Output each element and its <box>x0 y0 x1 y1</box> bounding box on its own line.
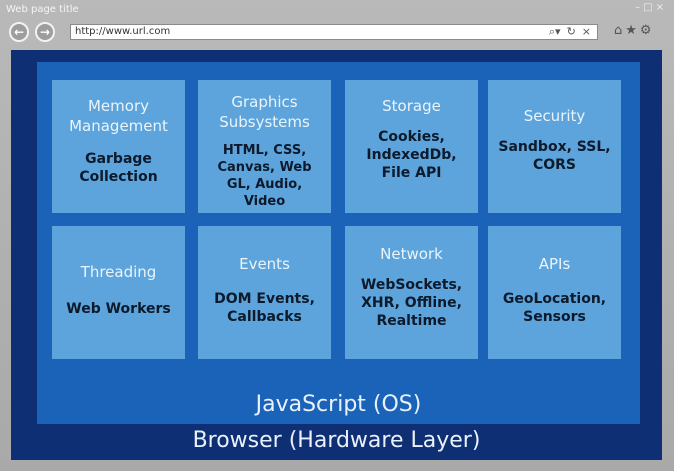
tile-body: GeoLocation, Sensors <box>502 291 607 325</box>
tile-graphics-subsystems: Graphics Subsystems HTML, CSS, Canvas, W… <box>198 80 331 213</box>
close-button[interactable]: × <box>656 2 664 14</box>
minimize-button[interactable]: – <box>635 2 640 14</box>
back-button[interactable]: ← <box>9 22 29 42</box>
stop-icon[interactable]: × <box>582 25 591 39</box>
address-url[interactable]: http://www.url.com <box>71 25 549 39</box>
arrow-left-icon: ← <box>13 25 25 39</box>
arrow-right-icon: → <box>39 25 51 39</box>
tile-title: Memory Management <box>69 97 168 135</box>
tile-title: Storage <box>382 97 441 115</box>
tile-security: Security Sandbox, SSL, CORS <box>488 80 621 213</box>
home-icon[interactable]: ⌂ <box>614 23 622 38</box>
search-icon[interactable]: ⌕▾ <box>549 25 561 39</box>
forward-button[interactable]: → <box>35 22 55 42</box>
tile-body: Sandbox, SSL, CORS <box>498 139 611 173</box>
os-layer-label: JavaScript (OS) <box>255 392 422 417</box>
tile-memory-management: Memory Management Garbage Collection <box>52 80 185 213</box>
tile-events: Events DOM Events, Callbacks <box>198 226 331 359</box>
tile-body: Web Workers <box>66 301 171 317</box>
tile-storage: Storage Cookies, IndexedDb, File API <box>345 80 478 213</box>
tile-body: HTML, CSS, Canvas, Web GL, Audio, Video <box>217 143 312 209</box>
browser-layer-label: Browser (Hardware Layer) <box>192 428 481 453</box>
tile-threading: Threading Web Workers <box>52 226 185 359</box>
tile-body: WebSockets, XHR, Offline, Realtime <box>360 277 463 329</box>
window-title: Web page title <box>6 4 79 15</box>
tile-network: Network WebSockets, XHR, Offline, Realti… <box>345 226 478 359</box>
tile-apis: APIs GeoLocation, Sensors <box>488 226 621 359</box>
refresh-icon[interactable]: ↻ <box>567 25 576 39</box>
tile-title: APIs <box>538 255 571 273</box>
settings-icon[interactable]: ⚙ <box>640 23 652 38</box>
tile-title: Threading <box>80 263 157 281</box>
address-bar[interactable]: http://www.url.com ⌕▾ ↻ × <box>70 24 598 40</box>
tile-title: Security <box>523 107 586 125</box>
window-controls: – □ × <box>635 2 664 14</box>
tile-body: Garbage Collection <box>79 151 158 185</box>
tile-title: Network <box>380 245 443 263</box>
toolbar-icons: ⌂ ★ ⚙ <box>614 23 652 38</box>
favorites-icon[interactable]: ★ <box>625 23 637 38</box>
tile-body: DOM Events, Callbacks <box>214 291 315 325</box>
tile-body: Cookies, IndexedDb, File API <box>366 129 457 181</box>
tile-title: Events <box>239 255 290 273</box>
maximize-button[interactable]: □ <box>643 2 652 14</box>
tile-title: Graphics Subsystems <box>219 93 310 131</box>
browser-window: Web page title – □ × ← → http://www.url.… <box>0 0 674 471</box>
